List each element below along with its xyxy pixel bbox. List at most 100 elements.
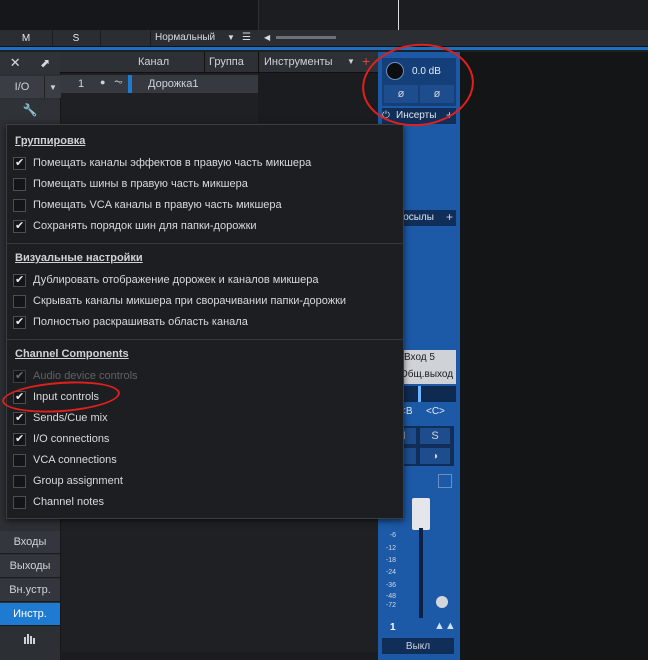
solo-label: S <box>431 430 439 442</box>
track-color <box>128 75 132 93</box>
checkbox[interactable] <box>13 294 26 308</box>
track-name[interactable]: Дорожка1 <box>148 78 198 90</box>
chevron-down-icon[interactable]: ▼ <box>347 57 355 66</box>
left-toolbar: ✕ ⬈ <box>0 52 60 74</box>
section-title-grouping: Группировка <box>15 135 86 147</box>
meter-icon[interactable] <box>0 627 60 649</box>
scale-label: -24 <box>385 569 396 576</box>
external-devices-button[interactable]: Вн.устр. <box>0 579 60 602</box>
menu-item-io-connections[interactable]: I/O connections <box>13 429 109 449</box>
checkbox <box>13 369 26 383</box>
section-title-visual: Визуальные настройки <box>15 252 143 264</box>
checkbox[interactable] <box>13 432 26 446</box>
pan-center-label[interactable]: <C> <box>426 406 445 417</box>
menu-item-label: Audio device controls <box>33 370 138 382</box>
instruments-label[interactable]: Инструменты <box>264 56 333 68</box>
io-label: I/O <box>14 81 30 93</box>
chevron-down-icon[interactable]: ▼ <box>227 33 235 42</box>
menu-item-label: I/O connections <box>33 433 110 445</box>
menu-item-vca-right[interactable]: Помещать VCA каналы в правую часть микше… <box>13 195 282 215</box>
accent-line <box>0 47 648 50</box>
channel-column-header[interactable]: Канал <box>138 56 169 68</box>
output-select[interactable]: Общ.выход <box>400 369 453 380</box>
pan-indicator[interactable] <box>418 386 421 402</box>
channel-number: 1 <box>390 622 396 633</box>
scroll-bar[interactable] <box>276 36 336 39</box>
menu-item-hide-collapsed[interactable]: Скрывать каналы микшера при сворачивании… <box>13 291 346 311</box>
solo-button[interactable]: S <box>420 428 450 444</box>
monitor-wave-icon[interactable]: ⏦ <box>114 76 123 89</box>
checkbox[interactable] <box>13 495 26 509</box>
wrench-icon[interactable]: 🔧 <box>0 100 60 120</box>
menu-item-label: Сохранять порядок шин для папки-дорожки <box>33 220 257 232</box>
menu-separator <box>7 243 403 244</box>
scale-label: -12 <box>385 545 396 552</box>
checkbox[interactable] <box>13 411 26 425</box>
list-icon[interactable]: ☰ <box>242 32 251 43</box>
spacer <box>100 30 151 46</box>
checkbox[interactable] <box>13 453 26 467</box>
scale-label: -72 <box>385 602 396 609</box>
bottom-bar <box>60 652 378 660</box>
scale-label: -18 <box>385 557 396 564</box>
menu-item-fx-right[interactable]: Помещать каналы эффектов в правую часть … <box>13 153 311 173</box>
checkbox[interactable] <box>13 315 26 329</box>
checkbox[interactable] <box>13 273 26 287</box>
scale-label: -36 <box>385 582 396 589</box>
scale-label: -48 <box>385 593 396 600</box>
section-title-components: Channel Components <box>15 348 129 360</box>
instrument-list <box>258 73 378 123</box>
track-number: 1 <box>78 78 85 90</box>
automation-label: Выкл <box>405 640 431 652</box>
track-controls-bar: M S Нормальный ▼ ☰ ◀ <box>0 30 648 47</box>
track-list-header: Канал Группа <box>60 52 258 73</box>
instruments-header: Инструменты ▼ + <box>258 52 379 73</box>
menu-item-vca-connections[interactable]: VCA connections <box>13 450 117 470</box>
volume-fader-cap[interactable] <box>412 498 430 530</box>
checkbox[interactable] <box>13 219 26 233</box>
record-dot-icon[interactable]: ● <box>100 77 105 87</box>
menu-item-label: Полностью раскрашивать область канала <box>33 316 248 328</box>
playhead[interactable] <box>398 0 399 30</box>
expand-arrow-icon[interactable]: ⬈ <box>40 56 50 70</box>
outputs-button[interactable]: Выходы <box>0 555 60 578</box>
pan-knob[interactable] <box>436 596 448 608</box>
instruments-button[interactable]: Инстр. <box>0 603 60 626</box>
menu-item-label: Помещать каналы эффектов в правую часть … <box>33 157 312 169</box>
checkbox[interactable] <box>13 156 26 170</box>
menu-item-label: Скрывать каналы микшера при сворачивании… <box>33 295 347 307</box>
checkbox[interactable] <box>13 198 26 212</box>
arrow-left-icon[interactable]: ◀ <box>264 33 270 42</box>
checkbox[interactable] <box>13 177 26 191</box>
menu-item-label: VCA connections <box>33 454 117 466</box>
menu-item-keep-bus-order[interactable]: Сохранять порядок шин для папки-дорожки <box>13 216 257 236</box>
automation-button[interactable]: Выкл <box>382 638 454 654</box>
close-icon[interactable]: ✕ <box>10 55 21 71</box>
inputs-button[interactable]: Входы <box>0 531 60 554</box>
instrument-icon[interactable]: ▲▲ <box>434 620 456 632</box>
fader-track[interactable] <box>419 528 423 618</box>
menu-item-label: Дублировать отображение дорожек и канало… <box>33 274 319 286</box>
menu-item-full-color[interactable]: Полностью раскрашивать область канала <box>13 312 248 332</box>
input-select[interactable]: Вход 5 <box>404 352 435 363</box>
expand-icon[interactable] <box>438 474 452 488</box>
monitor-icon[interactable]: ◑ <box>420 448 450 464</box>
chevron-down-icon[interactable]: ▼ <box>44 76 61 98</box>
menu-item-duplicate-display[interactable]: Дублировать отображение дорожек и канало… <box>13 270 318 290</box>
menu-item-channel-notes[interactable]: Channel notes <box>13 492 104 512</box>
menu-item-label: Sends/Cue mix <box>33 412 108 424</box>
solo-all-button[interactable]: S <box>52 30 101 46</box>
timeline-area <box>0 0 648 30</box>
waveform-area[interactable] <box>258 0 648 30</box>
menu-separator <box>7 339 403 340</box>
menu-item-group-assignment[interactable]: Group assignment <box>13 471 123 491</box>
track-row[interactable]: 1 ● ⏦ Дорожка1 <box>60 75 258 93</box>
io-button[interactable]: I/O <box>0 76 44 98</box>
checkbox[interactable] <box>13 474 26 488</box>
mute-all-button[interactable]: M <box>0 30 53 46</box>
add-icon[interactable]: + <box>446 210 453 224</box>
mode-select[interactable]: Нормальный <box>155 32 215 43</box>
menu-item-buses-right[interactable]: Помещать шины в правую часть микшера <box>13 174 248 194</box>
menu-item-label: Channel notes <box>33 496 104 508</box>
group-column-header[interactable]: Группа <box>209 56 244 68</box>
